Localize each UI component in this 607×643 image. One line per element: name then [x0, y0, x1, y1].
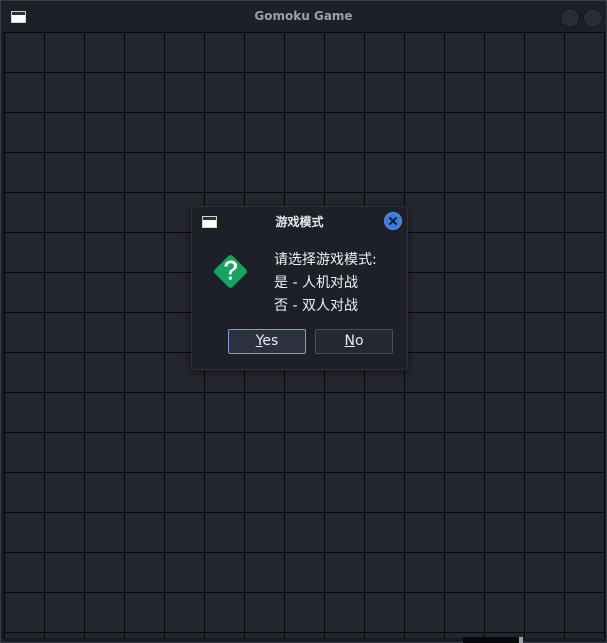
dialog-message: 请选择游戏模式: 是 - 人机对战 否 - 双人对战 — [274, 249, 404, 318]
message-line-no: 否 - 双人对战 — [274, 298, 358, 314]
game-mode-dialog: 游戏模式 请选择游戏模式: 是 - 人机对战 否 - 双人对战 Yes No — [191, 206, 408, 370]
question-icon — [214, 255, 247, 288]
yes-button[interactable]: Yes — [228, 329, 306, 354]
no-button[interactable]: No — [315, 329, 393, 354]
no-button-label: o — [354, 333, 364, 349]
message-line-prompt: 请选择游戏模式: — [274, 252, 377, 268]
no-button-mnemonic: N — [344, 333, 355, 349]
message-line-yes: 是 - 人机对战 — [274, 275, 358, 291]
window-title: Gomoku Game — [254, 9, 353, 23]
dialog-close-icon[interactable] — [384, 212, 402, 230]
board-edge — [463, 637, 523, 643]
title-bar[interactable]: Gomoku Game — [1, 1, 606, 32]
yes-button-label: es — [262, 333, 279, 349]
dialog-title: 游戏模式 — [275, 215, 324, 229]
close-button[interactable] — [583, 8, 603, 28]
minimize-button[interactable] — [560, 8, 580, 28]
